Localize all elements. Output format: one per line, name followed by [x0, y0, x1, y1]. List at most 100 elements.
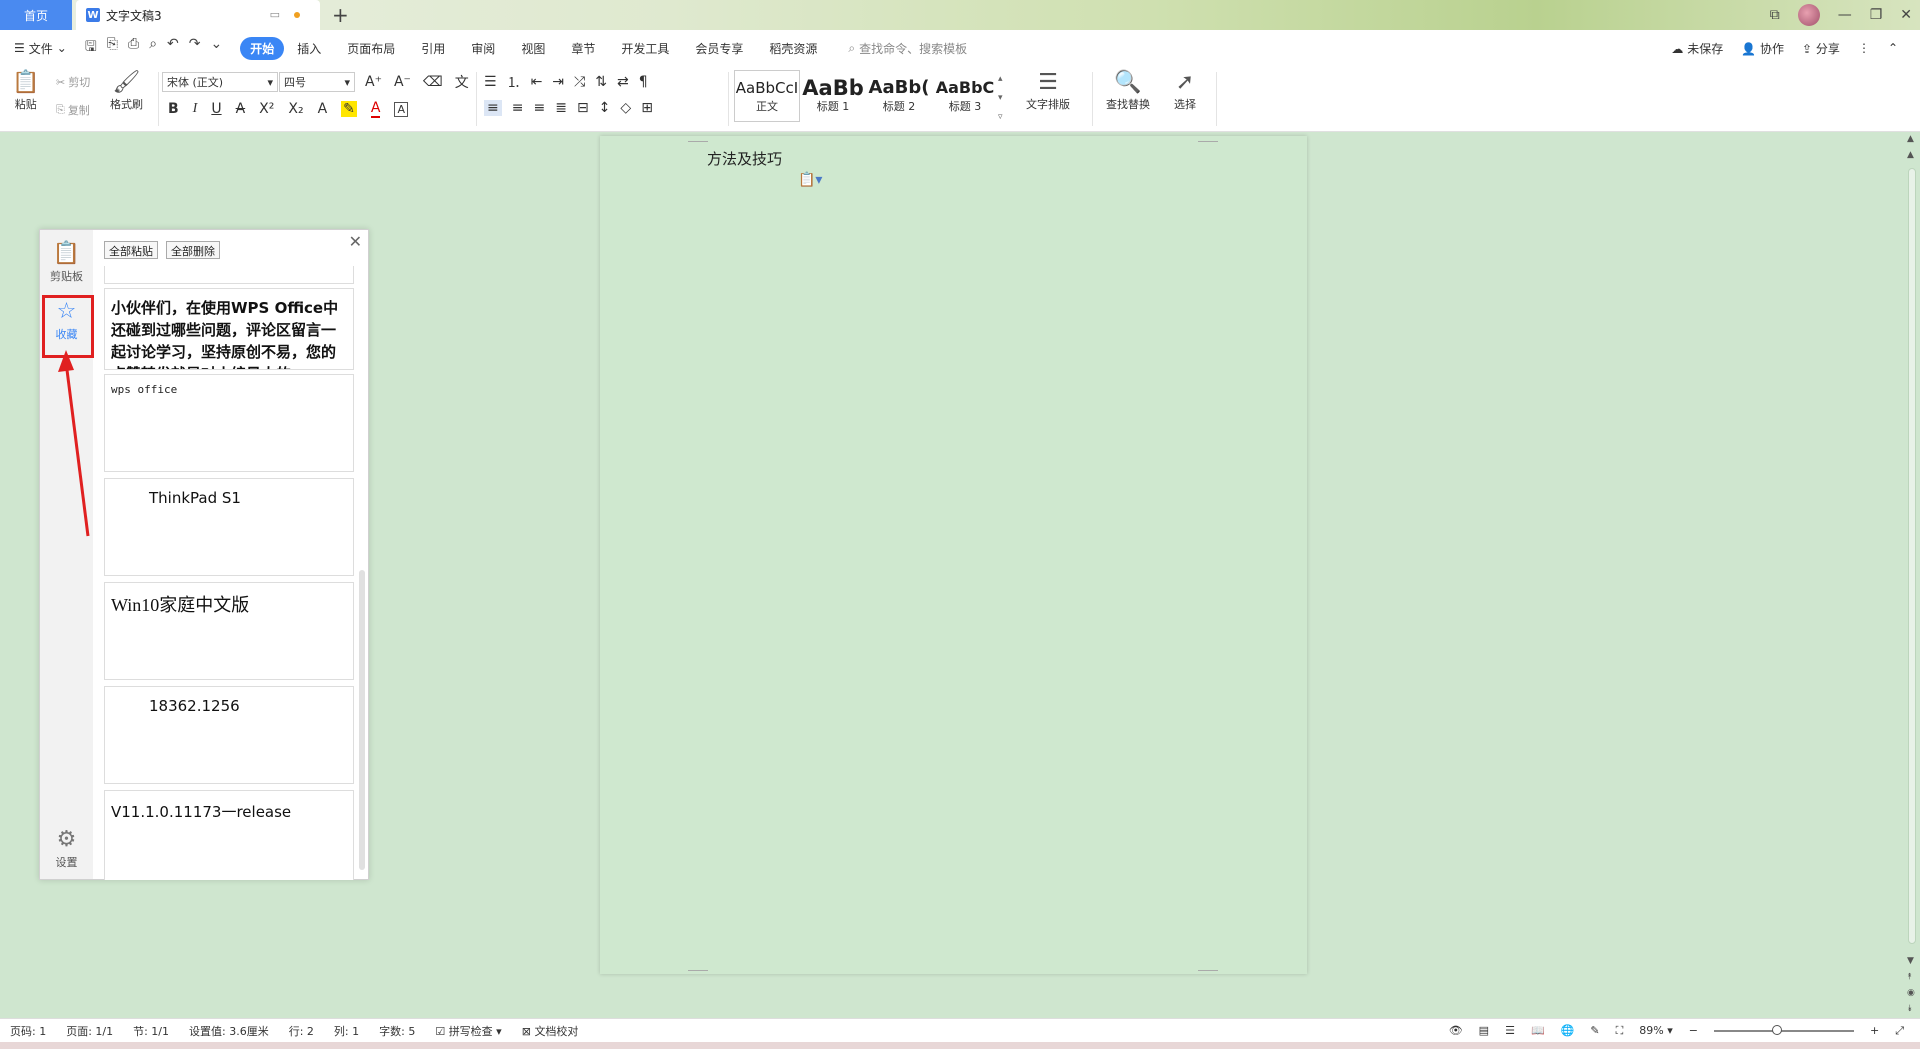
status-col[interactable]: 列: 1 — [324, 1023, 369, 1039]
text-effect-icon[interactable]: A — [318, 101, 328, 117]
command-search[interactable]: ⌕ 查找命令、搜索模板 — [848, 40, 967, 57]
grow-font-icon[interactable]: A⁺ — [365, 74, 382, 90]
text-layout-button[interactable]: ☰ 文字排版 — [1026, 70, 1070, 112]
distributed-icon[interactable]: ⊟ — [577, 100, 589, 116]
chevron-up-icon[interactable]: ▴ — [998, 74, 1010, 84]
sidebar-item-clipboard[interactable]: 📋 剪贴板 — [40, 240, 93, 284]
style-normal[interactable]: AaBbCcI 正文 — [734, 70, 800, 122]
new-tab-button[interactable]: + — [332, 3, 349, 27]
list-item[interactable]: V11.1.0.11173一release — [104, 790, 354, 880]
highlight-icon[interactable]: ✎ — [341, 101, 357, 117]
close-icon[interactable]: ✕ — [1900, 7, 1912, 23]
share-button[interactable]: ⇪ 分享 — [1802, 40, 1840, 57]
numbering-icon[interactable]: ⒈ — [507, 72, 521, 92]
scrollbar-thumb[interactable] — [1908, 168, 1916, 944]
paste-all-button[interactable]: 全部粘贴 — [104, 241, 158, 259]
collaborate-button[interactable]: 👤 协作 — [1741, 40, 1784, 57]
chevron-down-icon[interactable]: ▾ — [998, 93, 1010, 103]
styles-scroll[interactable]: ▴ ▾ ▿ — [998, 70, 1010, 126]
status-words[interactable]: 字数: 5 — [369, 1023, 425, 1039]
tab-document[interactable]: W 文字文稿3 ▭ — [76, 0, 320, 30]
tab-page-layout[interactable]: 页面布局 — [334, 40, 408, 57]
export-pdf-icon[interactable]: ⎘ — [107, 36, 118, 60]
layout-icon[interactable]: ⧉ — [1770, 7, 1780, 23]
scroll-up-icon[interactable]: ▲ — [1907, 134, 1914, 144]
panel-scrollbar[interactable] — [359, 570, 365, 870]
subscript-icon[interactable]: X₂ — [288, 101, 303, 117]
style-heading-1[interactable]: AaBb 标题 1 — [800, 70, 866, 122]
status-pages[interactable]: 页面: 1/1 — [56, 1023, 123, 1039]
tab-member[interactable]: 会员专享 — [682, 40, 756, 57]
bullets-icon[interactable]: ☰ — [484, 74, 497, 90]
list-item[interactable]: 小伙伴们，在使用WPS Office中还碰到过哪些问题，评论区留言一起讨论学习，… — [104, 288, 354, 370]
bold-icon[interactable]: B — [168, 101, 179, 117]
font-color-icon[interactable]: A — [370, 100, 381, 118]
format-painter-button[interactable]: 🖌 格式刷 — [110, 70, 143, 112]
align-right-icon[interactable]: ≡ — [533, 100, 545, 116]
document-text[interactable]: 方法及技巧 — [707, 148, 782, 169]
restore-icon[interactable]: ❐ — [1870, 7, 1883, 23]
tab-home-ribbon[interactable]: 开始 — [240, 36, 285, 60]
strikethrough-icon[interactable]: A — [236, 101, 246, 117]
decrease-indent-icon[interactable]: ⇤ — [531, 74, 543, 90]
style-heading-2[interactable]: AaBb( 标题 2 — [866, 70, 932, 122]
page-view-icon[interactable]: ▤ — [1479, 1024, 1489, 1037]
clear-format-icon[interactable]: ⌫ — [423, 74, 443, 90]
list-item[interactable]: wps office — [104, 374, 354, 472]
fit-window-icon[interactable]: ⛶ — [1616, 1024, 1624, 1038]
customize-icon[interactable]: ⌄ — [211, 36, 223, 60]
increase-indent-icon[interactable]: ⇥ — [552, 74, 564, 90]
list-item[interactable]: Win10家庭中文版 — [104, 582, 354, 680]
close-icon[interactable]: ✕ — [349, 232, 362, 251]
tab-docer[interactable]: 稻壳资源 — [756, 40, 830, 57]
save-icon[interactable]: 🖫 — [85, 36, 97, 60]
list-item[interactable]: ThinkPad S1 — [104, 478, 354, 576]
line-spacing-icon[interactable]: ↕ — [599, 100, 611, 116]
web-view-icon[interactable]: 🌐 — [1561, 1024, 1575, 1037]
zoom-out-icon[interactable]: − — [1689, 1024, 1698, 1037]
show-marks-icon[interactable]: ¶ — [639, 74, 648, 90]
superscript-icon[interactable]: X² — [259, 101, 274, 117]
vertical-scrollbar[interactable]: ▲ ▲ ▼ ⯭ ◉ ⯯ — [1904, 132, 1920, 1018]
more-icon[interactable]: ⋮ — [1858, 41, 1870, 55]
outline-view-icon[interactable]: ☰ — [1505, 1024, 1515, 1037]
char-border-icon[interactable]: A — [394, 101, 408, 117]
tab-home[interactable]: 首页 — [0, 0, 72, 30]
select-browse-icon[interactable]: ◉ — [1907, 988, 1915, 998]
minimize-icon[interactable]: — — [1838, 7, 1852, 23]
status-page-number[interactable]: 页码: 1 — [0, 1023, 56, 1039]
undo-icon[interactable]: ↶ — [167, 36, 179, 60]
spell-check-button[interactable]: ☑ 拼写检查 ▾ — [425, 1023, 511, 1039]
underline-icon[interactable]: U — [211, 101, 221, 117]
print-icon[interactable]: ⎙ — [128, 36, 139, 60]
borders-icon[interactable]: ⊞ — [641, 100, 653, 116]
list-item[interactable]: 18362.1256 — [104, 686, 354, 784]
zoom-in-icon[interactable]: + — [1870, 1024, 1879, 1037]
more-styles-icon[interactable]: ▿ — [998, 112, 1010, 122]
status-setting[interactable]: 设置值: 3.6厘米 — [179, 1023, 279, 1039]
eye-protection-icon[interactable]: 👁 — [1449, 1024, 1463, 1037]
style-heading-3[interactable]: AaBbC 标题 3 — [932, 70, 998, 122]
delete-all-button[interactable]: 全部删除 — [166, 241, 220, 259]
next-page-icon[interactable]: ⯯ — [1907, 1004, 1912, 1014]
tab-review[interactable]: 审阅 — [458, 40, 508, 57]
prev-page-icon[interactable]: ⯭ — [1907, 972, 1912, 982]
redo-icon[interactable]: ↷ — [189, 36, 201, 60]
select-button[interactable]: ➚ 选择 — [1174, 70, 1196, 112]
scroll-down-icon[interactable]: ▼ — [1907, 956, 1914, 966]
print-preview-icon[interactable]: ⌕ — [149, 36, 157, 60]
shrink-font-icon[interactable]: A⁻ — [394, 74, 411, 90]
font-size-select[interactable]: 四号 ▾ — [279, 72, 355, 92]
italic-icon[interactable]: I — [193, 101, 198, 117]
collapse-ribbon-icon[interactable]: ⌃ — [1888, 41, 1898, 55]
zoom-slider[interactable] — [1713, 1024, 1854, 1035]
text-direction-icon[interactable]: ⇄ — [617, 74, 629, 90]
phonetic-icon[interactable]: 文 — [455, 72, 469, 92]
status-row[interactable]: 行: 2 — [279, 1023, 324, 1039]
paste-button[interactable]: 📋 粘贴 — [12, 70, 39, 112]
shading-icon[interactable]: ◇ — [620, 100, 631, 116]
zoom-level[interactable]: 89% ▾ — [1639, 1024, 1672, 1037]
list-item[interactable] — [104, 266, 354, 284]
sidebar-item-settings[interactable]: ⚙ 设置 — [40, 826, 93, 870]
tab-insert[interactable]: 插入 — [284, 40, 334, 57]
